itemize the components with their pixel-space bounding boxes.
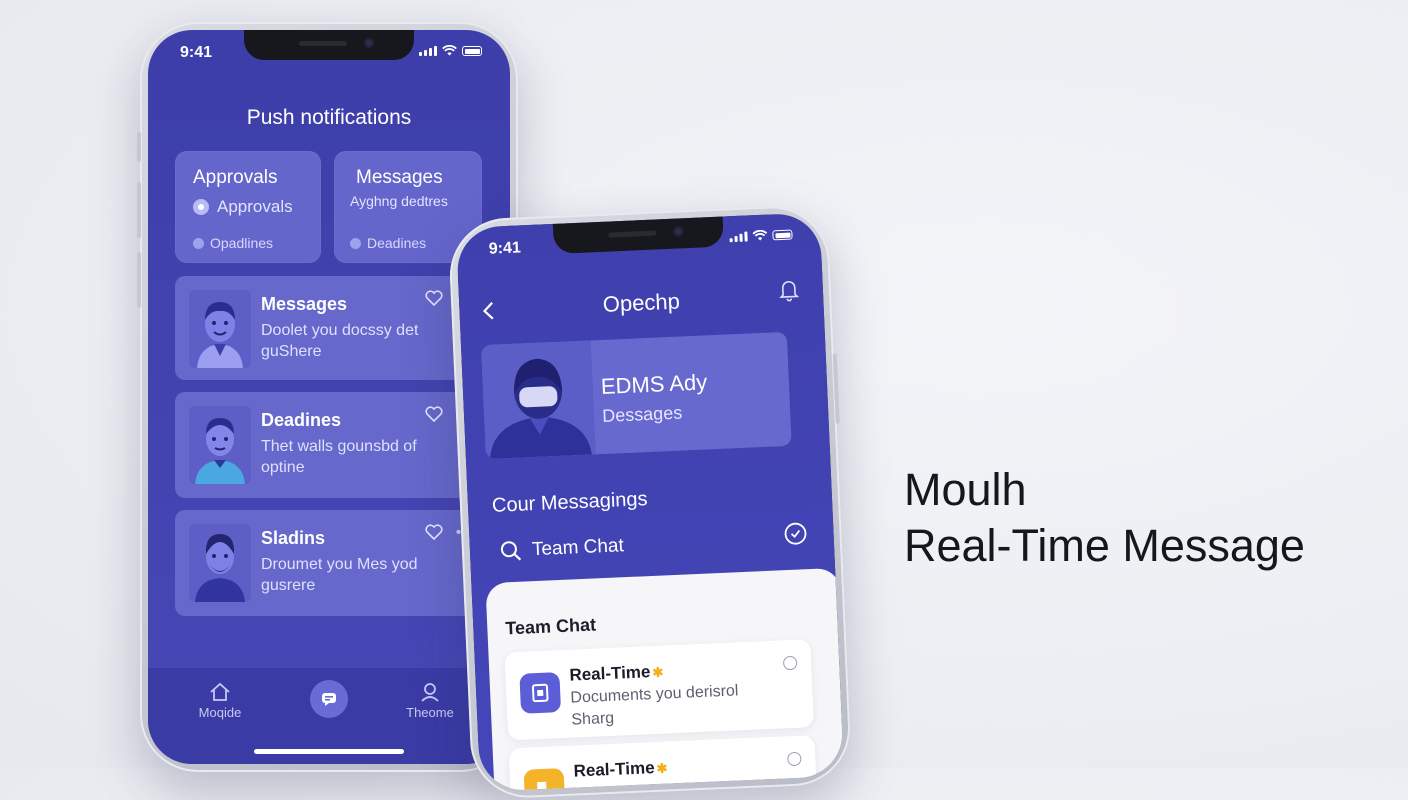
headline-line2: Real-Time Message	[904, 520, 1305, 571]
sparkle-icon: ✱	[656, 760, 668, 776]
page-title: Push notifications	[246, 106, 412, 129]
section-title: Cour Messagings	[491, 488, 648, 517]
tile-title: Messages	[356, 167, 443, 188]
radio-button[interactable]	[782, 655, 798, 671]
card-body: guShere	[261, 343, 322, 360]
card-body: gusrere	[261, 577, 316, 594]
card-body: Doolet you docssy det	[261, 322, 419, 339]
search-label: Team Chat	[531, 535, 625, 561]
nav-label: Theome	[406, 705, 454, 720]
card-title: Sladins	[261, 528, 326, 548]
message-title: Real-Time	[573, 758, 655, 781]
tile-subtitle: Ayghng dedtres	[350, 193, 448, 209]
avatar	[189, 406, 251, 484]
radio-button[interactable]	[787, 751, 802, 767]
nav-item-home[interactable]: Moqide	[180, 682, 260, 720]
nav-item-messages[interactable]	[310, 680, 348, 718]
dot-icon	[193, 237, 204, 249]
bottom-nav: Moqide Theome	[148, 668, 510, 764]
battery-icon	[462, 46, 482, 56]
status-time: 9:41	[180, 44, 213, 61]
notification-card[interactable]: Messages Doolet you docssy detguShere ••	[175, 276, 475, 380]
wifi-icon	[442, 45, 457, 56]
avatar	[189, 524, 251, 602]
page-title: Opechp	[602, 288, 681, 317]
nav-label: Moqide	[198, 705, 242, 720]
notification-card[interactable]: Deadines Thet walls gounsbd ofoptine ••	[175, 392, 475, 498]
status-icons	[419, 45, 482, 56]
notification-card[interactable]: Sladins Droumet you Mes yodgusrere ••	[175, 510, 475, 616]
tile-subtitle: Approvals	[217, 197, 293, 216]
card-title: Deadines	[261, 410, 342, 430]
card-body: Thet walls gounsbd of	[261, 438, 417, 455]
phone-right: 9:41 Opechp EDMS Ady Dessages Cour Messa…	[447, 203, 853, 800]
bell-icon[interactable]	[778, 277, 800, 302]
status-time: 9:41	[488, 239, 522, 258]
avatar	[189, 290, 251, 368]
right-screen: 9:41 Opechp EDMS Ady Dessages Cour Messa…	[455, 212, 845, 792]
battery-icon	[772, 229, 793, 241]
tile-approvals[interactable]: Approvals Approvals Opadlines	[175, 151, 321, 263]
heart-icon[interactable]	[425, 406, 443, 422]
wifi-icon	[752, 229, 768, 241]
home-indicator	[254, 749, 404, 754]
heart-icon[interactable]	[425, 290, 443, 306]
document-chat-icon	[519, 672, 562, 714]
tile-deadline: Opadlines	[210, 235, 274, 251]
tile-deadline: Deadines	[367, 235, 427, 251]
signal-icon	[419, 46, 437, 56]
avatar	[481, 340, 596, 460]
profile-subtitle: Dessages	[601, 402, 683, 426]
tile-title: Approvals	[193, 167, 278, 188]
search-input[interactable]: Team Chat	[500, 535, 625, 562]
heart-icon[interactable]	[425, 524, 443, 540]
team-chat-sheet: Team Chat Real-Time✱ Documents you deris…	[485, 567, 845, 792]
document-icon	[523, 768, 566, 792]
radio-selected-icon[interactable]	[193, 199, 209, 215]
headline-line1: Moulh	[904, 464, 1027, 515]
check-circle-icon[interactable]	[783, 521, 808, 546]
chat-icon	[322, 693, 336, 706]
nav-item-profile[interactable]: Theome	[390, 682, 470, 720]
headline: Moulh Real-Time Message	[904, 462, 1305, 574]
search-icon	[500, 541, 522, 561]
profile-card[interactable]: EDMS Ady Dessages	[481, 331, 792, 460]
card-title: Messages	[261, 294, 348, 314]
message-title: Real-Time	[569, 662, 651, 685]
dot-icon	[350, 237, 361, 249]
card-body: Droumet you Mes yod	[261, 556, 418, 573]
signal-icon	[729, 231, 748, 243]
message-item[interactable]: Real-Time✱	[508, 735, 819, 792]
sparkle-icon: ✱	[652, 664, 664, 681]
home-icon	[210, 682, 230, 701]
card-body: optine	[261, 459, 305, 476]
user-icon	[421, 683, 439, 702]
sheet-title: Team Chat	[504, 614, 597, 639]
profile-name: EDMS Ady	[600, 369, 708, 400]
message-item[interactable]: Real-Time✱ Documents you derisrol Sharg	[504, 639, 814, 741]
status-icons	[729, 229, 793, 243]
